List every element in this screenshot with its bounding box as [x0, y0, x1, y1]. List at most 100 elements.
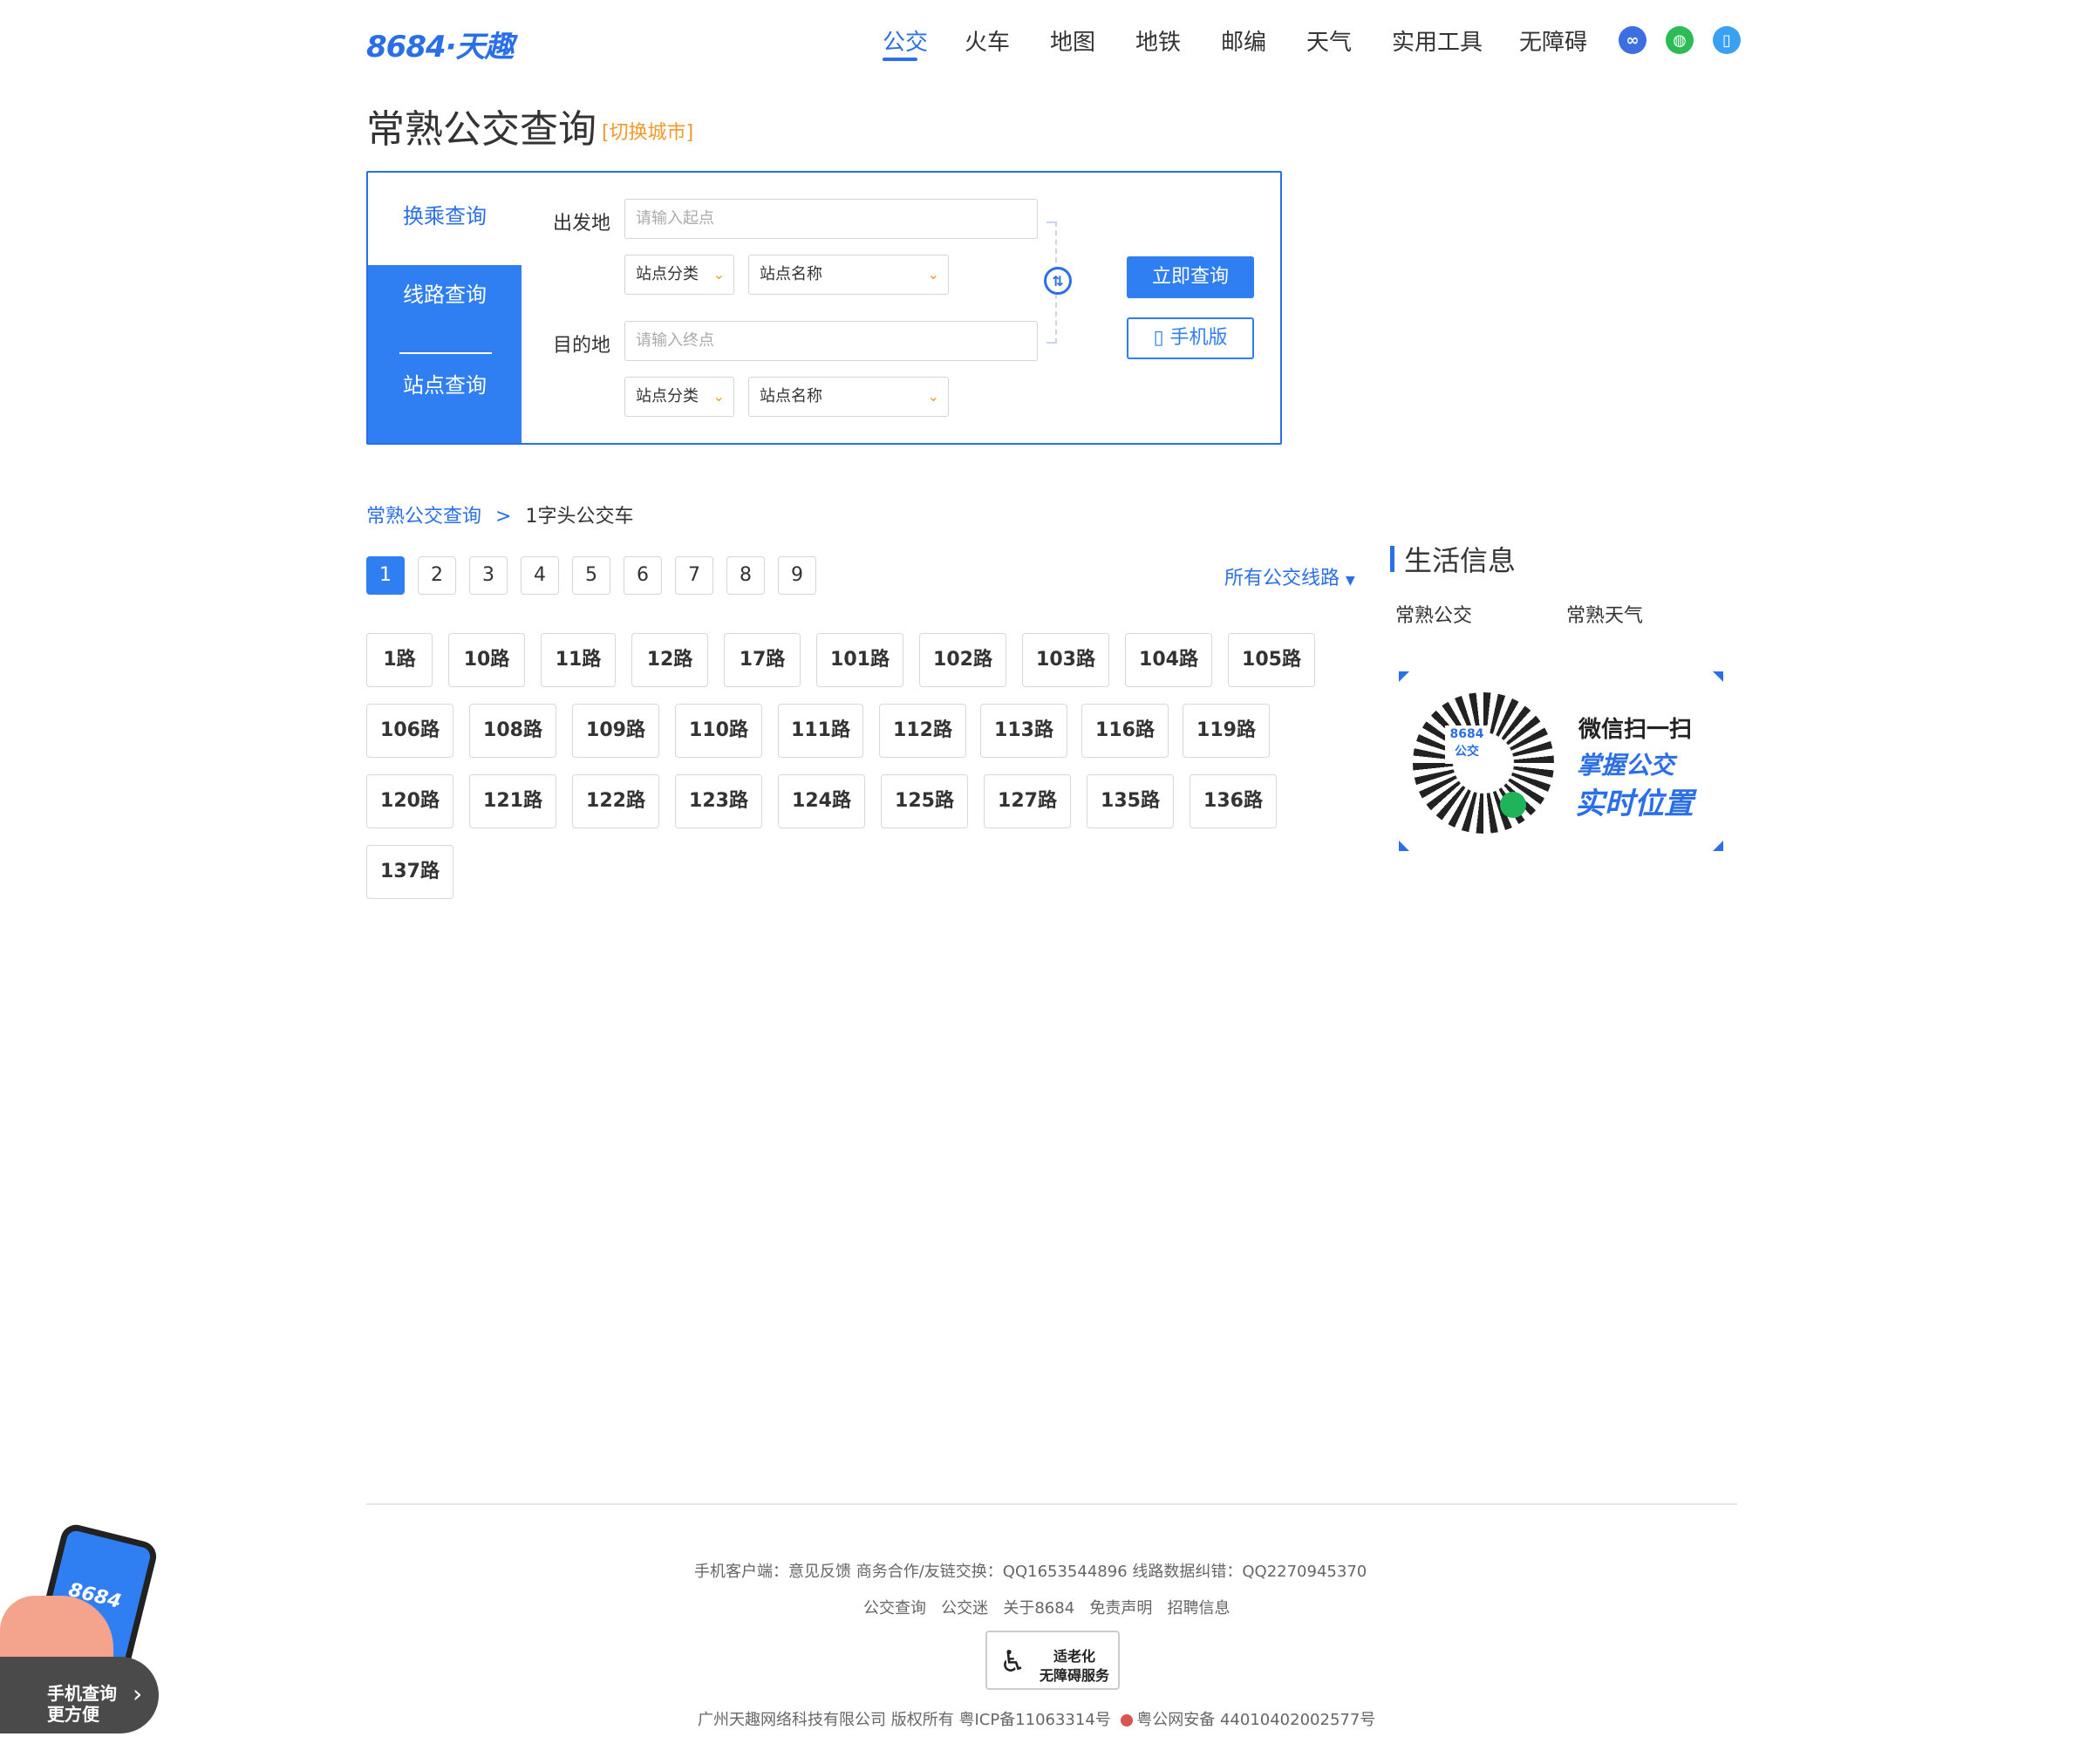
page-5[interactable]: 5 — [572, 556, 610, 595]
mobile-version-button[interactable]: ▯ 手机版 — [1127, 317, 1254, 359]
to-label: 目的地 — [553, 335, 611, 357]
route-button[interactable]: 105路 — [1228, 633, 1315, 687]
nav-bus[interactable]: 公交 — [883, 24, 928, 57]
route-button[interactable]: 124路 — [778, 774, 865, 828]
route-button[interactable]: 17路 — [724, 633, 801, 687]
chevron-down-icon: ⌄ — [712, 388, 725, 405]
select-value: 站点分类 — [636, 265, 699, 283]
from-input[interactable]: 请输入起点 — [624, 199, 1038, 239]
route-button[interactable]: 101路 — [816, 633, 903, 687]
footer-contact-row[interactable]: 手机客户端：意见反馈 商务合作/友链交换：QQ1653544896 线路数据纠错… — [694, 1559, 1367, 1582]
corner-mark — [1713, 671, 1723, 682]
from-stop-category-select[interactable]: 站点分类 ⌄ — [624, 255, 734, 295]
life-link-bus[interactable]: 常熟公交 — [1395, 600, 1472, 628]
corner-mark — [1713, 841, 1723, 851]
to-stop-category-select[interactable]: 站点分类 ⌄ — [624, 377, 734, 417]
nav-tools[interactable]: 实用工具 — [1392, 24, 1483, 57]
badge-line2: 无障碍服务 — [1040, 1667, 1110, 1684]
page-1[interactable]: 1 — [366, 556, 405, 595]
swap-icon[interactable]: ⇅ — [1044, 267, 1072, 295]
mini-program-badge-icon — [1500, 792, 1526, 818]
route-button[interactable]: 137路 — [366, 845, 453, 899]
footer-link-disclaimer[interactable]: 免责声明 — [1089, 1599, 1152, 1618]
breadcrumb: 常熟公交查询 >1字头公交车 — [366, 501, 633, 528]
site-logo[interactable]: 8684·天趣 — [366, 23, 515, 65]
route-button[interactable]: 135路 — [1087, 774, 1174, 828]
nav-map[interactable]: 地图 — [1050, 24, 1095, 57]
page-8[interactable]: 8 — [726, 556, 765, 595]
route-button[interactable]: 109路 — [572, 704, 659, 758]
company-text[interactable]: 广州天趣网络科技有限公司 版权所有 粤ICP备11063314号 — [698, 1711, 1111, 1729]
life-link-weather[interactable]: 常熟天气 — [1566, 600, 1643, 628]
to-stop-name-select[interactable]: 站点名称 ⌄ — [748, 377, 949, 417]
all-routes-dropdown[interactable]: 所有公交线路 ▼ — [1224, 562, 1355, 590]
route-button[interactable]: 111路 — [778, 704, 863, 758]
route-button[interactable]: 110路 — [675, 704, 762, 758]
query-button[interactable]: 立即查询 — [1127, 256, 1254, 298]
mini-program-icon[interactable]: ∞ — [1619, 26, 1646, 54]
route-button[interactable]: 125路 — [881, 774, 968, 828]
route-button[interactable]: 120路 — [366, 774, 453, 828]
route-button[interactable]: 127路 — [984, 774, 1071, 828]
route-button[interactable]: 1路 — [366, 633, 433, 687]
route-button[interactable]: 104路 — [1125, 633, 1212, 687]
footer-link-bus-fan[interactable]: 公交迷 — [941, 1599, 988, 1618]
qr-text-grasp: 掌握公交 — [1577, 751, 1675, 780]
route-button[interactable]: 108路 — [469, 704, 556, 758]
tab-line-query[interactable]: 线路查询 — [368, 277, 522, 308]
route-button[interactable]: 121路 — [469, 774, 556, 828]
all-routes-label: 所有公交线路 — [1224, 568, 1340, 589]
life-info-title: 生活信息 — [1404, 544, 1517, 577]
route-button[interactable]: 136路 — [1190, 774, 1277, 828]
search-panel: 换乘查询 线路查询 站点查询 出发地 请输入起点 站点分类 ⌄ 站点名称 ⌄ 目的地… — [366, 171, 1282, 445]
breadcrumb-separator: > — [495, 506, 512, 528]
police-record-text[interactable]: 粤公网安备 44010402002577号 — [1136, 1711, 1375, 1729]
route-button[interactable]: 113路 — [980, 704, 1067, 758]
route-button[interactable]: 11路 — [541, 633, 616, 687]
footer-link-about[interactable]: 关于8684 — [1003, 1599, 1074, 1618]
wechat-icon[interactable]: ◍ — [1666, 26, 1694, 54]
footer-link-bus-query[interactable]: 公交查询 — [863, 1599, 926, 1618]
route-button[interactable]: 116路 — [1081, 704, 1169, 758]
qr-center-logo: 8684 公交 — [1445, 725, 1489, 764]
nav-postcode[interactable]: 邮编 — [1221, 24, 1266, 57]
badge-line1: 适老化 — [1053, 1648, 1096, 1665]
route-button[interactable]: 106路 — [366, 704, 453, 758]
mobile-promo-float[interactable]: 8684 手机查询 更方便 › — [0, 1521, 161, 1733]
switch-city-link[interactable]: [切换城市] — [602, 117, 693, 145]
route-button[interactable]: 123路 — [675, 774, 762, 828]
nav-accessibility[interactable]: 无障碍 — [1519, 24, 1587, 57]
tab-transfer-query[interactable]: 换乘查询 — [368, 173, 522, 265]
to-input[interactable]: 请输入终点 — [624, 321, 1038, 361]
accessibility-badge[interactable]: ♿ 适老化 无障碍服务 — [985, 1631, 1120, 1690]
police-badge-icon — [1121, 1714, 1134, 1727]
route-button[interactable]: 112路 — [879, 704, 966, 758]
search-tabs: 换乘查询 线路查询 站点查询 — [368, 173, 522, 443]
chevron-down-icon: ⌄ — [927, 266, 939, 283]
nav-weather[interactable]: 天气 — [1306, 24, 1352, 57]
from-stop-name-select[interactable]: 站点名称 ⌄ — [748, 255, 949, 295]
route-button[interactable]: 119路 — [1183, 704, 1270, 758]
page-6[interactable]: 6 — [624, 556, 662, 595]
route-button[interactable]: 10路 — [448, 633, 525, 687]
route-button[interactable]: 12路 — [631, 633, 708, 687]
route-button[interactable]: 103路 — [1022, 633, 1109, 687]
breadcrumb-link[interactable]: 常熟公交查询 — [366, 506, 481, 528]
page-2[interactable]: 2 — [418, 556, 456, 595]
mobile-icon[interactable]: ▯ — [1713, 26, 1741, 54]
chevron-down-icon: ⌄ — [712, 266, 725, 283]
footer-link-jobs[interactable]: 招聘信息 — [1168, 1599, 1231, 1618]
from-label: 出发地 — [553, 213, 611, 235]
tab-stop-query[interactable]: 站点查询 — [368, 368, 522, 398]
route-button[interactable]: 102路 — [919, 633, 1006, 687]
select-value: 站点名称 — [760, 265, 822, 283]
page-9[interactable]: 9 — [778, 556, 816, 595]
page-title: 常熟公交查询 — [366, 107, 597, 152]
page-7[interactable]: 7 — [675, 556, 713, 595]
page-4[interactable]: 4 — [521, 556, 559, 595]
nav-train[interactable]: 火车 — [965, 24, 1010, 57]
page-3[interactable]: 3 — [469, 556, 508, 595]
nav-subway[interactable]: 地铁 — [1135, 24, 1181, 57]
route-button[interactable]: 122路 — [572, 774, 659, 828]
corner-mark — [1399, 671, 1409, 682]
